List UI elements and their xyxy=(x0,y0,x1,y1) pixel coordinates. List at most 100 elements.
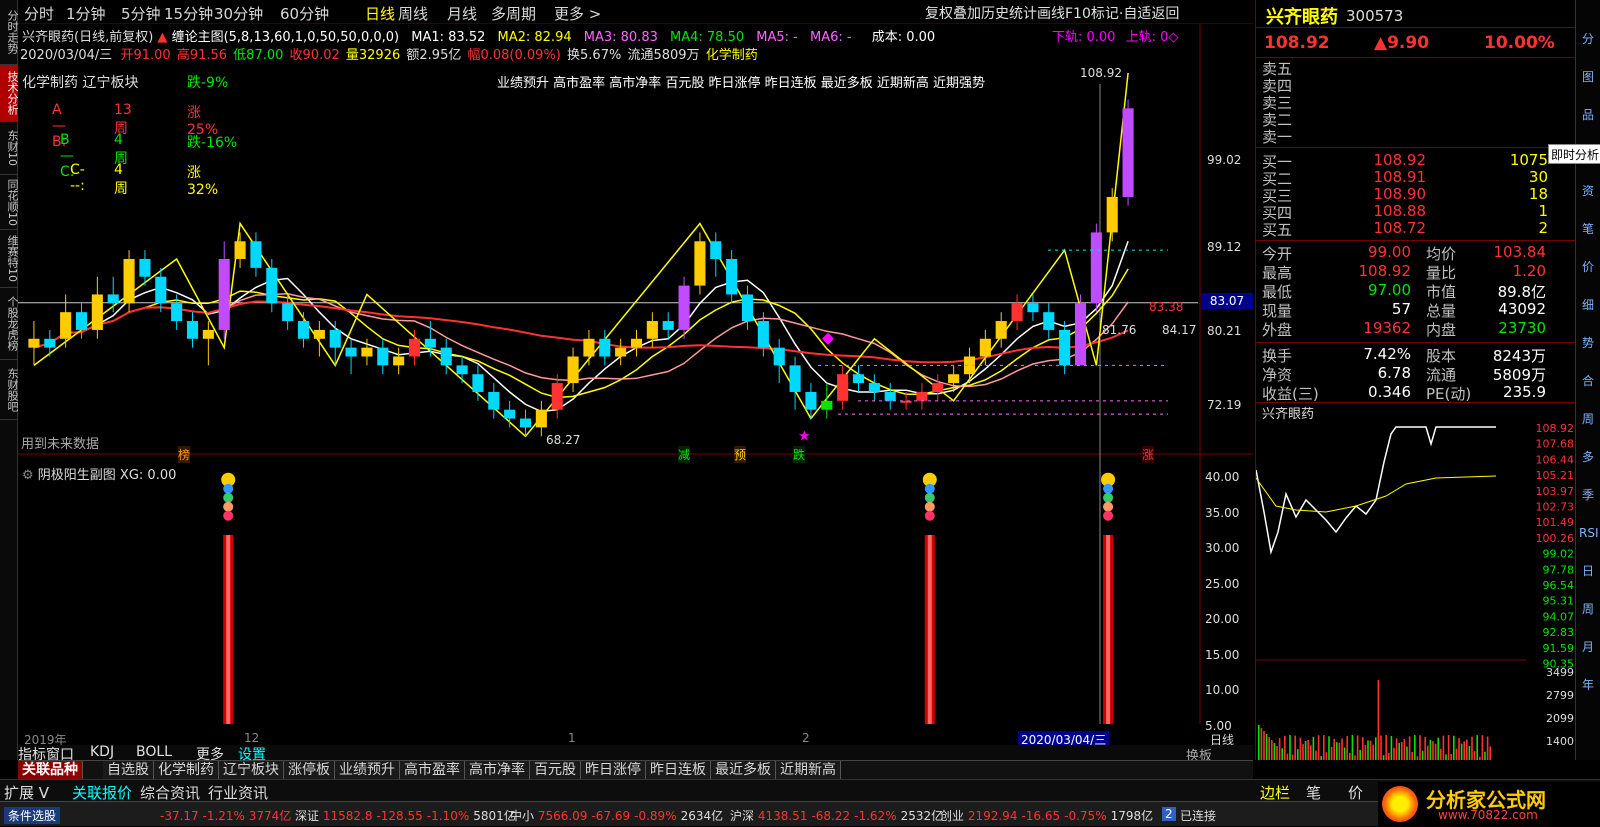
candle-body[interactable] xyxy=(979,338,991,357)
period-tab[interactable]: 多周期 xyxy=(491,3,536,24)
candle-body[interactable] xyxy=(535,409,547,428)
left-tab-item[interactable]: 个股龙虎榜 xyxy=(0,288,19,360)
candle-body[interactable] xyxy=(297,321,310,339)
candle-body[interactable] xyxy=(710,241,722,259)
period-tab[interactable]: 1分钟 xyxy=(66,3,106,24)
candle-body[interactable] xyxy=(1043,312,1055,330)
bottom-tab[interactable]: 高市盈率 xyxy=(400,761,465,780)
candle-body[interactable] xyxy=(155,276,167,304)
candle-body[interactable] xyxy=(28,338,40,348)
candle-body[interactable] xyxy=(91,294,103,330)
bottom-tab[interactable]: 近期新高 xyxy=(776,761,841,780)
candle-body[interactable] xyxy=(44,338,56,348)
side-tool-icon[interactable]: 合 xyxy=(1579,372,1597,390)
candle-body[interactable] xyxy=(678,285,690,330)
candle-body[interactable] xyxy=(789,365,801,392)
right-bottom-tab[interactable]: 边栏 xyxy=(1260,782,1290,803)
period-tab[interactable]: 分时 xyxy=(24,3,54,24)
left-tab-item[interactable]: 东财股吧 xyxy=(0,360,19,420)
side-tool-icon[interactable]: RSI xyxy=(1579,524,1599,542)
candle-body[interactable] xyxy=(171,303,183,322)
period-tab[interactable]: 月线 xyxy=(447,3,477,24)
instant-analysis-tooltip[interactable]: 即时分析 xyxy=(1548,144,1600,164)
candle-body[interactable] xyxy=(313,329,325,339)
indicator-tab[interactable]: BOLL xyxy=(136,744,172,760)
candle-body[interactable] xyxy=(504,409,516,419)
period-tab[interactable]: 更多 > xyxy=(554,3,601,24)
index-quote[interactable]: 深证 11582.8 -128.55 -1.10% 5801亿 xyxy=(295,807,516,824)
candle-body[interactable] xyxy=(1090,232,1102,304)
bottom-tab[interactable]: 昨日涨停 xyxy=(581,761,646,780)
candle-body[interactable] xyxy=(329,329,341,348)
candle-body[interactable] xyxy=(282,303,294,322)
candle-body[interactable] xyxy=(202,329,214,339)
side-tool-icon[interactable]: 多 xyxy=(1579,448,1597,466)
settings-circle-icon[interactable]: ⚙ xyxy=(22,468,34,483)
candle-body[interactable] xyxy=(186,321,199,339)
side-tool-icon[interactable]: 品 xyxy=(1579,106,1597,124)
candle-body[interactable] xyxy=(250,241,262,268)
bottom-tab[interactable]: 高市净率 xyxy=(465,761,530,780)
bottom-tab[interactable]: 最近多板 xyxy=(711,761,776,780)
candle-body[interactable] xyxy=(345,347,357,357)
bottom-tab-2[interactable]: 综合资讯 xyxy=(140,782,200,803)
bottom-tab[interactable]: 涨停板 xyxy=(284,761,335,780)
candle-body[interactable] xyxy=(1074,303,1087,366)
side-tool-icon[interactable]: 年 xyxy=(1579,676,1597,694)
candle-body[interactable] xyxy=(488,391,500,410)
candle-body[interactable] xyxy=(646,321,658,339)
bottom-tab[interactable]: 百元股 xyxy=(530,761,581,780)
side-tool-icon[interactable]: 价 xyxy=(1579,258,1597,276)
candle-body[interactable] xyxy=(726,259,738,295)
left-tab-item[interactable]: 维赛特10 xyxy=(0,230,19,288)
left-tab-item[interactable]: 东财10 xyxy=(0,122,19,175)
candle-body[interactable] xyxy=(1122,108,1134,197)
condition-select-label[interactable]: 条件选股 xyxy=(4,807,61,824)
candle-body[interactable] xyxy=(234,241,246,259)
bottom-tab[interactable]: 辽宁板块 xyxy=(219,761,284,780)
candle-body[interactable] xyxy=(393,356,405,366)
candle-body[interactable] xyxy=(1027,303,1039,313)
signal-column[interactable] xyxy=(221,472,236,724)
candle-body[interactable] xyxy=(757,321,769,348)
candle-body[interactable] xyxy=(60,312,72,339)
bottom-tab[interactable]: 业绩预升 xyxy=(335,761,400,780)
bottom-tab[interactable]: 化学制药 xyxy=(154,761,219,780)
candle-body[interactable] xyxy=(884,391,896,401)
side-tool-icon[interactable]: 笔 xyxy=(1579,220,1597,238)
sell-row[interactable]: 卖一 xyxy=(1256,126,1576,146)
candle-body[interactable] xyxy=(551,383,563,410)
side-tool-icon[interactable]: 日 xyxy=(1579,562,1597,580)
candle-body[interactable] xyxy=(75,312,88,330)
candle-body[interactable] xyxy=(139,259,151,277)
right-bottom-tab[interactable]: 价 xyxy=(1348,782,1363,803)
index-quote[interactable]: 沪深 4138.51 -68.22 -1.62% 2532亿 xyxy=(730,807,943,824)
indicator-tab[interactable]: KDJ xyxy=(90,744,114,760)
candle-body[interactable] xyxy=(440,347,452,366)
side-tool-icon[interactable]: 资 xyxy=(1579,182,1597,200)
candle-body[interactable] xyxy=(567,356,579,384)
right-bottom-tab[interactable]: 笔 xyxy=(1306,782,1321,803)
left-tab-item[interactable]: 分时走势 xyxy=(0,0,19,65)
candle-body[interactable] xyxy=(868,383,880,392)
candle-body[interactable] xyxy=(995,321,1007,339)
candle-body[interactable] xyxy=(1059,329,1071,366)
side-tool-icon[interactable]: 周 xyxy=(1579,410,1597,428)
period-tab[interactable]: 5分钟 xyxy=(121,3,161,24)
candle-body[interactable] xyxy=(916,391,928,401)
candle-body[interactable] xyxy=(1011,303,1023,322)
side-tool-icon[interactable]: 月 xyxy=(1579,638,1597,656)
intraday-mini-chart[interactable]: 108.92 107.68 106.44 105.21 103.97 102.73 101.… xyxy=(1256,420,1576,760)
candle-body[interactable] xyxy=(519,418,532,428)
bottom-tab[interactable]: 自选股 xyxy=(103,761,154,780)
candle-body[interactable] xyxy=(1106,196,1118,233)
candle-body[interactable] xyxy=(773,347,785,366)
bottom-tab-2[interactable]: 扩展 V xyxy=(4,782,49,803)
candle-body[interactable] xyxy=(218,259,230,330)
period-tab[interactable]: 15分钟 xyxy=(164,3,213,24)
candle-body[interactable] xyxy=(630,338,643,348)
index-quote[interactable]: 中小 7566.09 -67.69 -0.89% 2634亿 xyxy=(510,807,723,824)
candle-body[interactable] xyxy=(837,374,849,401)
candle-body[interactable] xyxy=(583,338,595,357)
candle-body[interactable] xyxy=(408,338,421,357)
